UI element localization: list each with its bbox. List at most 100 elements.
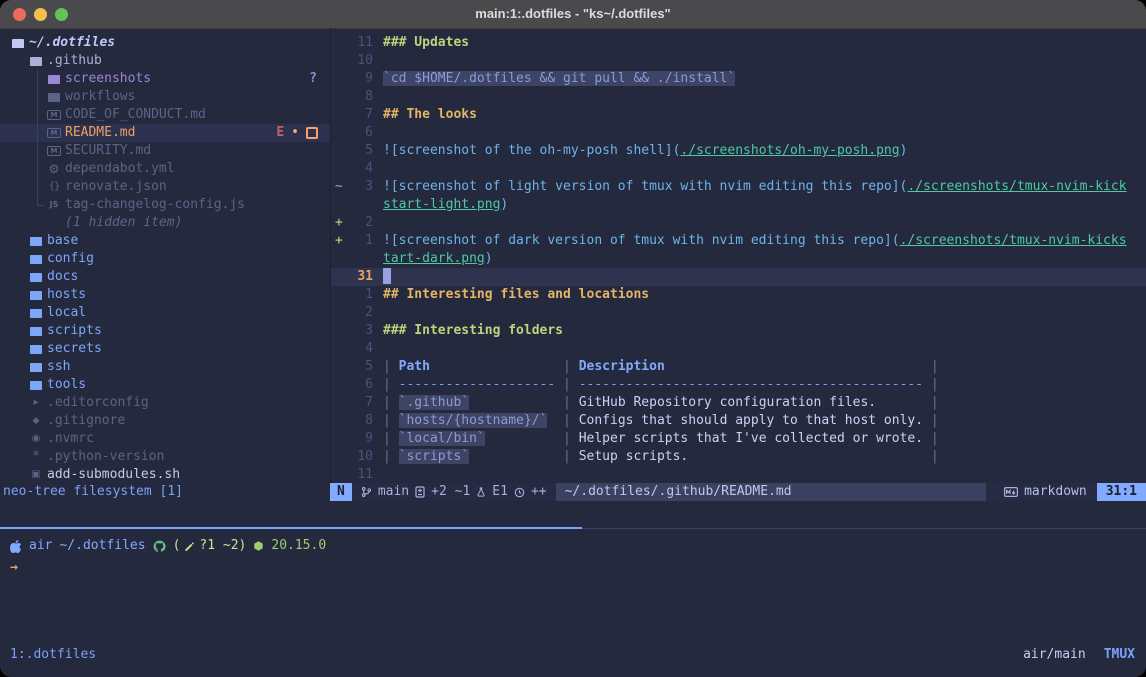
tree-item-.editorconfig[interactable]: .editorconfig [0, 394, 330, 412]
tree-item-renovate.json[interactable]: renovate.json [0, 178, 330, 196]
editor-line[interactable]: +2 [331, 214, 1146, 232]
tree-item--1-hidden-item-[interactable]: (1 hidden item) [0, 214, 330, 232]
tree-item-config[interactable]: config [0, 250, 330, 268]
editor-line[interactable]: 3### Interesting folders [331, 322, 1146, 340]
editor-line[interactable]: start-light.png) [331, 196, 1146, 214]
tree-item-scripts[interactable]: scripts [0, 322, 330, 340]
editor-line[interactable]: 4 [331, 340, 1146, 358]
editor-line[interactable]: 4 [331, 160, 1146, 178]
js-icon [46, 196, 62, 214]
gutter-sign [331, 52, 347, 70]
editor-cursor-line[interactable]: 31 [331, 268, 1146, 286]
file-path: ~/.dotfiles/.github/README.md [556, 483, 986, 501]
editor-line[interactable]: 10| `scripts` | Setup scripts. | [331, 448, 1146, 466]
syntax-img: ) [500, 197, 508, 212]
tree-item-.gitignore[interactable]: .gitignore [0, 412, 330, 430]
line-number: 4 [347, 340, 373, 358]
line-number: 9 [347, 70, 373, 88]
gutter-sign [331, 124, 347, 142]
mode-indicator: N [330, 483, 352, 501]
gutter-sign: + [331, 232, 347, 250]
tree-item-tag-changelog-config.js[interactable]: tag-changelog-config.js [0, 196, 330, 214]
gutter-sign: ~ [331, 178, 347, 196]
editor-line[interactable]: 5![screenshot of the oh-my-posh shell](.… [331, 142, 1146, 160]
editor-line[interactable]: 11### Updates [331, 34, 1146, 52]
tree-item-secrets[interactable]: secrets [0, 340, 330, 358]
editor-line[interactable]: 6 [331, 124, 1146, 142]
tree-item-docs[interactable]: docs [0, 268, 330, 286]
prompt-arrow[interactable]: → [10, 559, 18, 577]
tree-item-dependabot.yml[interactable]: dependabot.yml [0, 160, 330, 178]
line-number: 1 [347, 232, 373, 250]
syntax-pipe: | [563, 377, 579, 392]
editor-line[interactable]: +1![screenshot of dark version of tmux w… [331, 232, 1146, 250]
tmux-window-label[interactable]: 1:.dotfiles [0, 646, 96, 664]
markdown-icon [1004, 487, 1018, 497]
line-number: 3 [347, 178, 373, 196]
syntax-plain: GitHub Repository configuration files. [579, 395, 876, 410]
line-text [373, 124, 383, 142]
editor-line[interactable]: tart-dark.png) [331, 250, 1146, 268]
tree-item-.python-version[interactable]: .python-version [0, 448, 330, 466]
markdown-file-icon [46, 128, 62, 138]
editor-line[interactable]: 9`cd $HOME/.dotfiles && git pull && ./in… [331, 70, 1146, 88]
tree-item-label: (1 hidden item) [65, 214, 182, 232]
editor-buffer[interactable]: 11### Updates 10 9`cd $HOME/.dotfiles &&… [330, 28, 1146, 483]
editor-line[interactable]: 10 [331, 52, 1146, 70]
syntax-pipe: | [383, 395, 399, 410]
diamond-icon [28, 412, 44, 430]
cursor-position: 31:1 [1097, 483, 1146, 501]
tree-item-code-of-conduct.md[interactable]: CODE_OF_CONDUCT.md [0, 106, 330, 124]
editor-line[interactable]: 5| Path | Description | [331, 358, 1146, 376]
gutter-sign [331, 106, 347, 124]
tree-item-readme.md[interactable]: README.mdE• [0, 124, 330, 142]
editor-line[interactable]: 2 [331, 304, 1146, 322]
syntax-th: Description [579, 359, 665, 374]
editor-line[interactable]: 7| `.github` | GitHub Repository configu… [331, 394, 1146, 412]
tree-item-base[interactable]: base [0, 232, 330, 250]
git-branch-name: main [378, 483, 409, 501]
terminal-content: ~/.dotfiles.githubscreenshots?workflowsC… [0, 28, 1146, 677]
syntax-sp [430, 359, 563, 374]
line-number: 6 [347, 124, 373, 142]
editor-line[interactable]: 11 [331, 466, 1146, 483]
folder-icon [28, 291, 44, 300]
tree-item-.nvmrc[interactable]: .nvmrc [0, 430, 330, 448]
shell-prompt[interactable]: air ~/.dotfiles ( ?1 ~2) 20.15.0 [10, 537, 326, 555]
tree-item-ssh[interactable]: ssh [0, 358, 330, 376]
editor-line[interactable]: 9| `local/bin` | Helper scripts that I'v… [331, 430, 1146, 448]
tree-item-hosts[interactable]: hosts [0, 286, 330, 304]
tree-item--.dotfiles[interactable]: ~/.dotfiles [0, 34, 330, 52]
tree-item-security.md[interactable]: SECURITY.md [0, 142, 330, 160]
syntax-img: ) [900, 143, 908, 158]
gutter-sign [331, 412, 347, 430]
neo-tree-sidebar[interactable]: ~/.dotfiles.githubscreenshots?workflowsC… [0, 28, 330, 483]
tree-item-workflows[interactable]: workflows [0, 88, 330, 106]
editor-line[interactable]: 1## Interesting files and locations [331, 286, 1146, 304]
tree-item-add-submodules.sh[interactable]: add-submodules.sh [0, 466, 330, 483]
git-diff-counts: +2 ~1 [431, 483, 470, 501]
tmux-status-right: air/main TMUX [1023, 646, 1146, 664]
tree-item-screenshots[interactable]: screenshots? [0, 70, 330, 88]
tree-item-.github[interactable]: .github [0, 52, 330, 70]
editor-line[interactable]: ~3![screenshot of light version of tmux … [331, 178, 1146, 196]
line-text: ![screenshot of light version of tmux wi… [373, 178, 1127, 196]
editor-line[interactable]: 8| `hosts/{hostname}/` | Configs that sh… [331, 412, 1146, 430]
syntax-pipe: | [383, 359, 399, 374]
line-text [373, 304, 383, 322]
pen-icon [28, 394, 44, 412]
editor-line[interactable]: 7## The looks [331, 106, 1146, 124]
tree-item-label: CODE_OF_CONDUCT.md [65, 106, 206, 124]
tree-item-local[interactable]: local [0, 304, 330, 322]
tree-item-label: tag-changelog-config.js [65, 196, 245, 214]
clock-icon [514, 487, 525, 498]
tmux-status-bar: 1:.dotfiles air/main TMUX [0, 645, 1146, 665]
editor-line[interactable]: 8 [331, 88, 1146, 106]
syntax-plain: Configs that should apply to that host o… [579, 413, 923, 428]
syntax-pipe: | [383, 413, 399, 428]
tree-item-tools[interactable]: tools [0, 376, 330, 394]
gutter-sign [331, 70, 347, 88]
editor-line[interactable]: 6| -------------------- | --------------… [331, 376, 1146, 394]
syntax-sp [485, 431, 563, 446]
line-number: 10 [347, 448, 373, 466]
